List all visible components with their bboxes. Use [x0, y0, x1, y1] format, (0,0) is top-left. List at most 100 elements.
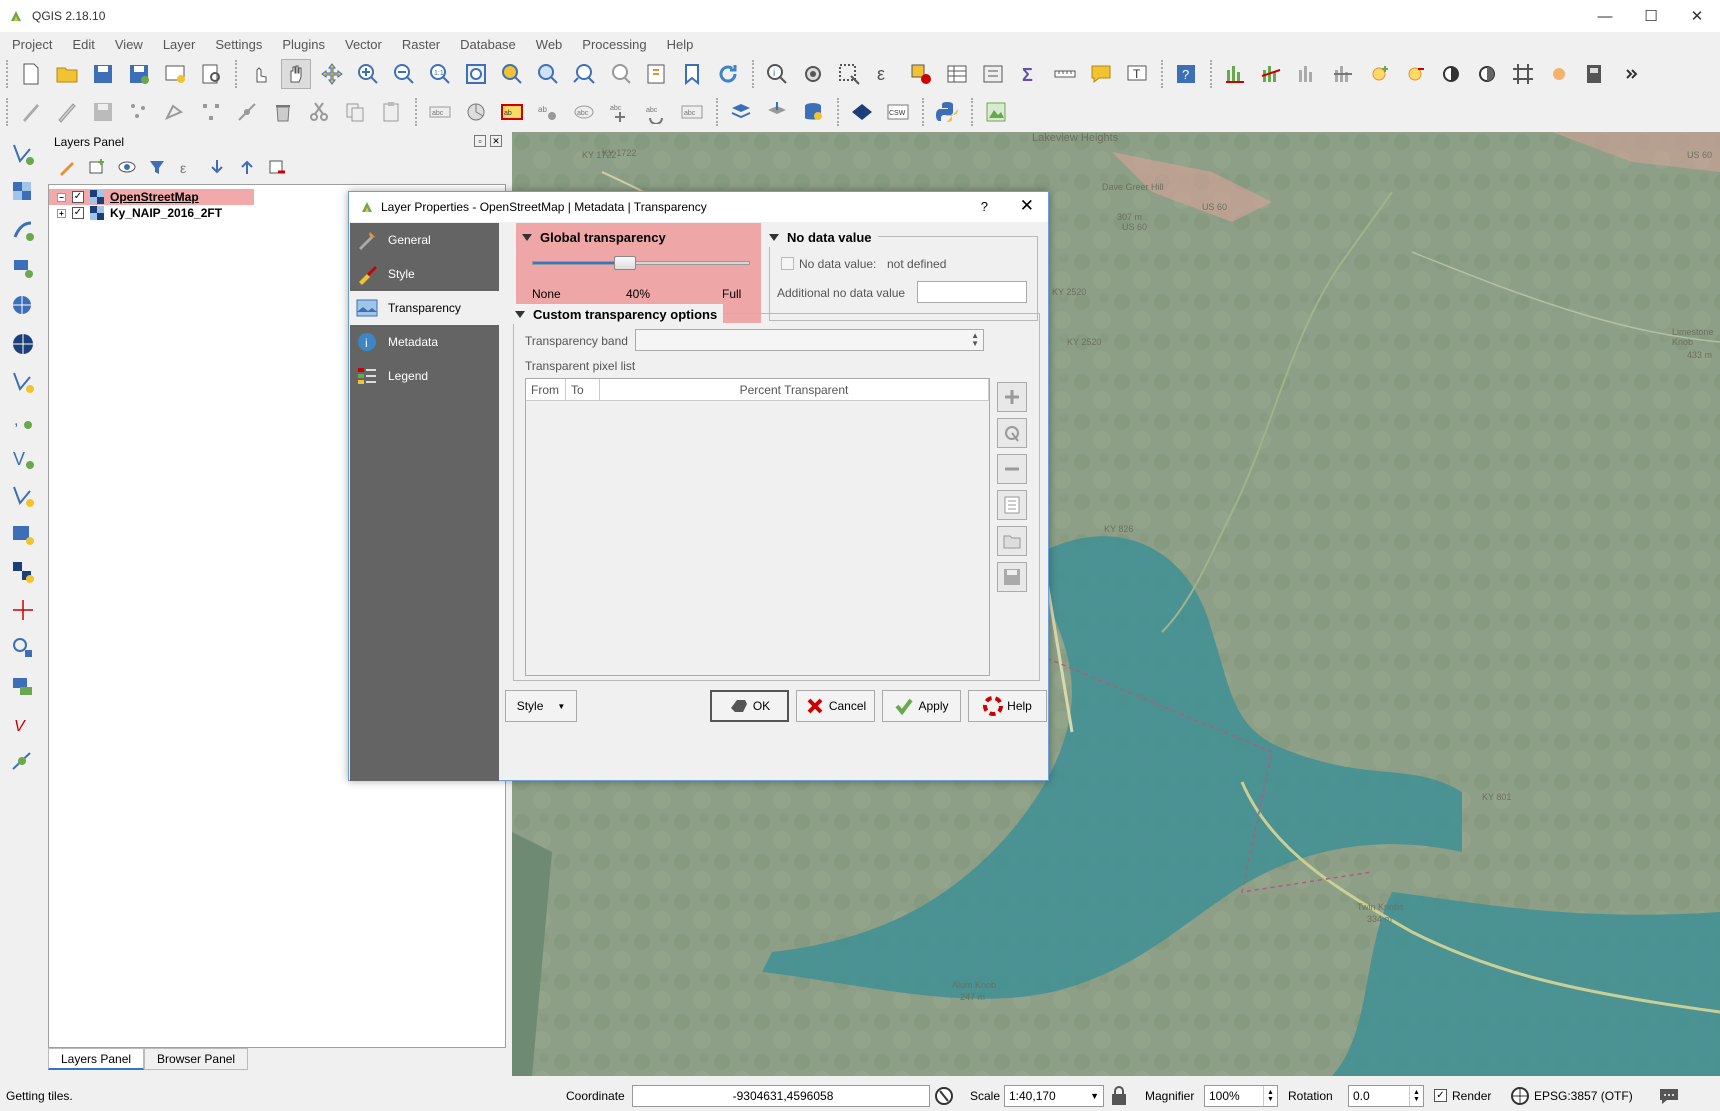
add-circular-string-icon[interactable] — [3, 630, 43, 666]
filter-by-expression-icon[interactable]: ε — [174, 155, 200, 179]
add-spatialite-icon[interactable] — [3, 250, 43, 286]
messages-icon[interactable] — [1658, 1085, 1680, 1107]
decrease-contrast-icon[interactable] — [1472, 59, 1502, 89]
remove-layer-icon[interactable] — [264, 155, 290, 179]
menu-web[interactable]: Web — [524, 37, 571, 52]
open-attribute-table-icon[interactable] — [942, 59, 972, 89]
dialog-close-button[interactable]: ✕ — [1020, 196, 1034, 216]
layer-labeling-icon[interactable]: abc — [425, 97, 455, 127]
nav-legend[interactable]: Legend — [350, 359, 499, 393]
remove-entry-button[interactable] — [997, 454, 1027, 484]
raster-histogram-icon[interactable] — [1220, 59, 1250, 89]
metasearch-icon[interactable] — [847, 97, 877, 127]
map-tips-icon[interactable] — [1086, 59, 1116, 89]
layer-visibility-checkbox[interactable]: ✓ — [72, 191, 84, 203]
zoom-in-icon[interactable] — [353, 59, 383, 89]
menu-view[interactable]: View — [103, 37, 151, 52]
no-data-header[interactable]: No data value — [763, 227, 878, 247]
add-wms-layer-icon[interactable] — [762, 97, 792, 127]
copy-features-icon[interactable] — [340, 97, 370, 127]
crs-label[interactable]: EPSG:3857 (OTF) — [1534, 1089, 1633, 1103]
lock-scale-icon[interactable] — [1110, 1085, 1128, 1107]
tab-browser-panel[interactable]: Browser Panel — [144, 1048, 249, 1070]
help-button[interactable]: Help — [968, 690, 1047, 722]
georeferencer-icon[interactable] — [981, 97, 1011, 127]
move-label-icon[interactable]: abc — [605, 97, 635, 127]
filter-legend-icon[interactable] — [144, 155, 170, 179]
nav-metadata[interactable]: i Metadata — [350, 325, 499, 359]
render-checkbox[interactable]: ✓ — [1434, 1089, 1447, 1102]
current-edits-icon[interactable] — [16, 97, 46, 127]
zoom-full-icon[interactable] — [461, 59, 491, 89]
column-header-to[interactable]: To — [566, 379, 600, 401]
text-annotation-icon[interactable]: T — [1122, 59, 1152, 89]
slider-handle[interactable] — [614, 256, 637, 270]
coordinate-field[interactable]: -9304631,4596058 — [632, 1084, 930, 1107]
float-panel-icon[interactable]: ▫ — [474, 135, 486, 147]
import-from-file-button[interactable] — [997, 526, 1027, 556]
new-spatialite-layer-icon[interactable] — [3, 516, 43, 552]
menu-raster[interactable]: Raster — [390, 37, 448, 52]
add-wfs-layer-icon[interactable] — [726, 97, 756, 127]
menu-processing[interactable]: Processing — [570, 37, 654, 52]
node-tool-icon[interactable] — [196, 97, 226, 127]
expand-toggle[interactable]: − — [57, 192, 66, 202]
menu-project[interactable]: Project — [0, 37, 60, 52]
menu-settings[interactable]: Settings — [203, 37, 270, 52]
identify-features-icon[interactable]: i — [762, 59, 792, 89]
new-shapefile-icon[interactable] — [3, 478, 43, 514]
cut-features-icon[interactable] — [304, 97, 334, 127]
export-to-file-button[interactable] — [997, 562, 1027, 592]
increase-brightness-icon[interactable] — [1364, 59, 1394, 89]
manage-visibility-icon[interactable] — [114, 155, 140, 179]
add-vector-layer-icon[interactable] — [3, 136, 43, 172]
expand-all-icon[interactable] — [204, 155, 230, 179]
menu-layer[interactable]: Layer — [151, 37, 204, 52]
zoom-to-selection-icon[interactable] — [497, 59, 527, 89]
nav-style[interactable]: Style — [350, 257, 499, 291]
open-project-icon[interactable] — [52, 59, 82, 89]
show-hide-labels-icon[interactable]: abc — [569, 97, 599, 127]
offset-curve-icon[interactable] — [3, 744, 43, 780]
menu-database[interactable]: Database — [448, 37, 524, 52]
refresh-icon[interactable] — [713, 59, 743, 89]
python-console-icon[interactable] — [932, 97, 962, 127]
expand-toggle[interactable]: + — [57, 208, 66, 218]
spin-arrows-icon[interactable]: ▲ ▼ — [1409, 1085, 1423, 1106]
paste-features-icon[interactable] — [376, 97, 406, 127]
add-wms-icon[interactable] — [3, 288, 43, 324]
zoom-to-layer-icon[interactable] — [533, 59, 563, 89]
crs-globe-icon[interactable] — [1510, 1086, 1530, 1106]
tab-layers-panel[interactable]: Layers Panel — [48, 1048, 145, 1070]
add-values-manually-button[interactable] — [997, 382, 1027, 412]
save-as-icon[interactable] — [124, 59, 154, 89]
collapse-all-icon[interactable] — [234, 155, 260, 179]
rotate-label-icon[interactable]: abc — [641, 97, 671, 127]
layer-visibility-checkbox[interactable]: ✓ — [72, 207, 84, 219]
node-tool-2-icon[interactable] — [232, 97, 262, 127]
menu-edit[interactable]: Edit — [60, 37, 102, 52]
save-layer-edits-icon[interactable] — [88, 97, 118, 127]
add-spatialite-layer-icon[interactable] — [798, 97, 828, 127]
ok-button[interactable]: OK — [710, 690, 789, 722]
layer-row-openstreetmap[interactable]: − ✓ OpenStreetMap — [49, 189, 254, 205]
delete-selected-icon[interactable] — [268, 97, 298, 127]
change-label-icon[interactable]: abc — [677, 97, 707, 127]
reshape-features-icon[interactable]: V — [3, 706, 43, 742]
select-by-expression-icon[interactable]: ε — [870, 59, 900, 89]
layer-diagram-icon[interactable] — [461, 97, 491, 127]
style-manager-icon[interactable] — [54, 155, 80, 179]
raster-full-stretch-icon[interactable] — [1328, 59, 1358, 89]
close-panel-icon[interactable]: ✕ — [490, 135, 502, 147]
add-ring-icon[interactable] — [3, 668, 43, 704]
transparent-pixel-table[interactable]: From To Percent Transparent — [525, 378, 990, 676]
add-feature-icon[interactable] — [124, 97, 154, 127]
measure-line-icon[interactable] — [1050, 59, 1080, 89]
nav-transparency[interactable]: Transparency — [350, 291, 499, 325]
default-values-button[interactable] — [997, 490, 1027, 520]
column-header-from[interactable]: From — [526, 379, 566, 401]
transparency-slider[interactable] — [532, 261, 750, 265]
new-map-view-icon[interactable] — [641, 59, 671, 89]
column-header-percent[interactable]: Percent Transparent — [600, 379, 989, 401]
add-postgis-layer-icon[interactable] — [3, 212, 43, 248]
